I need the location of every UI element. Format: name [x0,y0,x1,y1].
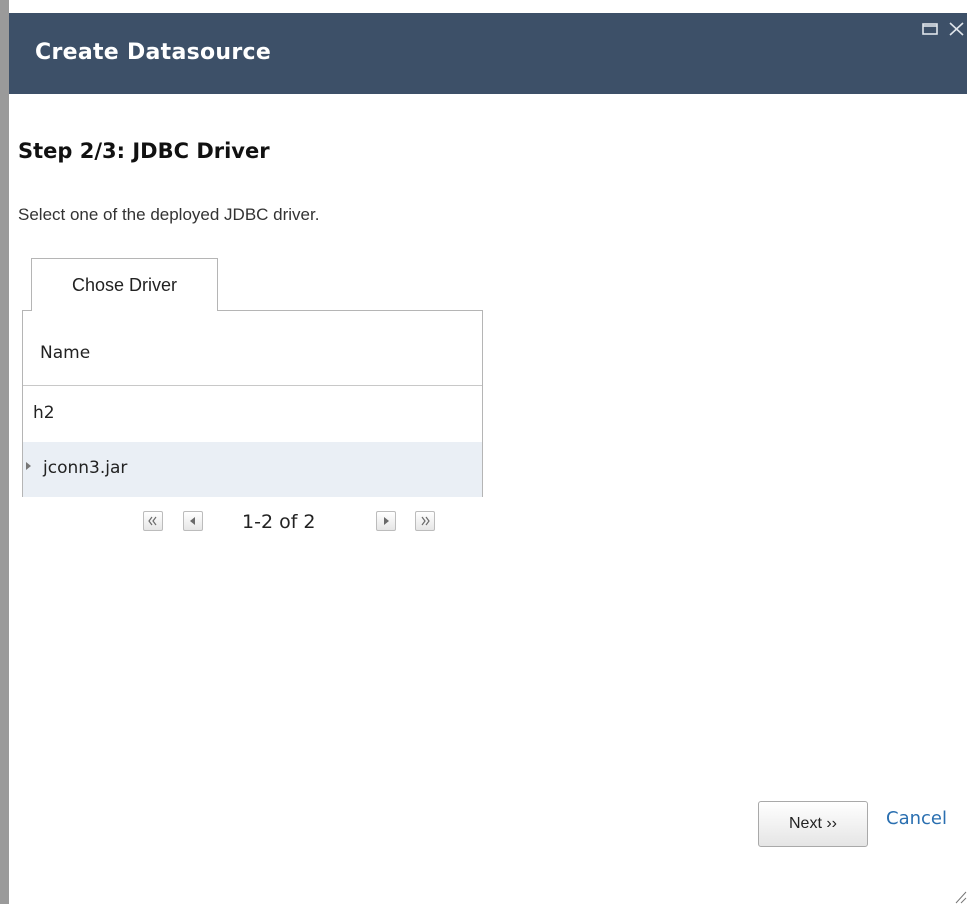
last-page-icon[interactable] [415,511,435,531]
driver-table: Name h2 jconn3.jar [22,310,483,497]
close-icon[interactable] [946,20,967,38]
driver-name-cell: jconn3.jar [43,458,128,478]
prev-page-icon[interactable] [183,511,203,531]
step-description: Select one of the deployed JDBC driver. [18,205,320,224]
step-title: Step 2/3: JDBC Driver [18,139,270,163]
dialog-titlebar[interactable]: Create Datasource [9,13,967,94]
resize-grip-icon[interactable] [952,884,967,904]
maximize-icon[interactable] [920,20,940,38]
dialog-window: Create Datasource Step 2/3: JDBC Driver … [0,0,967,904]
pager-status: 1-2 of 2 [242,511,316,533]
dialog-title: Create Datasource [35,40,272,65]
next-button[interactable]: Next ›› [758,801,868,847]
first-page-icon[interactable] [143,511,163,531]
window-left-border [0,0,9,904]
next-page-icon[interactable] [376,511,396,531]
table-row-selected[interactable]: jconn3.jar [23,442,482,497]
row-selected-marker-icon [26,462,31,470]
column-header-label: Name [40,343,91,363]
tab-chose-driver[interactable]: Chose Driver [31,258,218,311]
cancel-link[interactable]: Cancel [886,808,947,829]
table-row[interactable]: h2 [23,387,482,442]
driver-name-cell: h2 [33,403,55,423]
column-header-name[interactable]: Name [23,311,482,386]
